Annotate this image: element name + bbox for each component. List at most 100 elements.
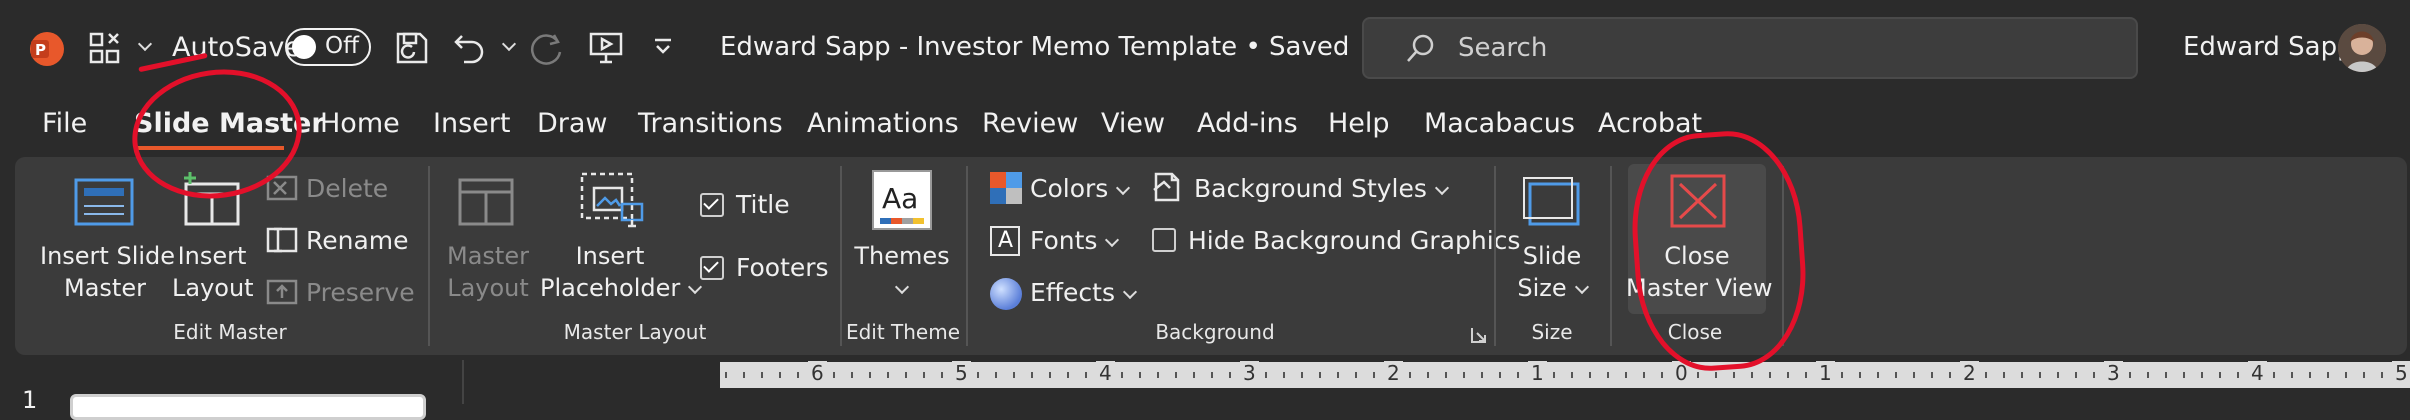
title-checkbox[interactable]	[700, 193, 724, 217]
close-master-view-icon	[1668, 172, 1728, 230]
autosave-toggle[interactable]: Off	[285, 28, 371, 66]
effects-icon	[990, 278, 1022, 310]
tab-view[interactable]: View	[1101, 108, 1165, 139]
undo-icon[interactable]	[452, 30, 488, 66]
themes-chevron	[852, 272, 952, 304]
close-group-label: Close	[1667, 320, 1723, 344]
qat-customize-icon[interactable]	[88, 30, 124, 66]
colors-icon	[990, 172, 1022, 204]
document-title[interactable]: Edward Sapp - Investor Memo Template • S…	[720, 32, 1386, 62]
fonts-icon-text: A	[998, 228, 1014, 253]
background-dialog-launcher-icon[interactable]	[1470, 326, 1488, 344]
ruler-label: 5	[2392, 361, 2410, 385]
search-box[interactable]: Search	[1362, 17, 2138, 79]
insert-placeholder-label-2-text: Placeholder	[540, 274, 681, 302]
rename-icon	[266, 226, 298, 254]
avatar[interactable]	[2338, 24, 2386, 72]
fonts-label: Fonts	[1030, 226, 1098, 255]
themes-chevron-icon	[894, 279, 910, 295]
themes-icon-text: Aa	[882, 182, 919, 215]
undo-dropdown-chevron-icon[interactable]	[494, 36, 517, 57]
rename-button[interactable]: Rename	[306, 226, 409, 255]
slide-size-label-2-text: Size	[1517, 274, 1567, 302]
insert-layout-label-2: Layout	[172, 274, 254, 302]
insert-placeholder-icon	[578, 170, 644, 234]
close-master-view-label-1: Close	[1664, 242, 1730, 270]
hide-background-graphics-label: Hide Background Graphics	[1188, 226, 1521, 255]
tab-transitions[interactable]: Transitions	[638, 108, 783, 139]
group-separator	[1610, 166, 1612, 346]
slide-thumbnail[interactable]	[70, 394, 426, 420]
themes-icon: Aa	[872, 170, 932, 230]
active-tab-underline	[134, 146, 284, 150]
powerpoint-logo-icon: P	[28, 30, 66, 68]
search-placeholder: Search	[1458, 33, 1548, 63]
background-styles-button[interactable]: Background Styles	[1194, 174, 1449, 203]
background-styles-label: Background Styles	[1194, 174, 1427, 203]
ruler-label: 4	[2248, 361, 2267, 385]
insert-placeholder-button[interactable]: Insert Placeholder	[540, 240, 703, 304]
master-layout-button: Master Layout	[440, 240, 536, 304]
toggle-knob	[292, 35, 316, 59]
tab-acrobat[interactable]: Acrobat	[1598, 108, 1702, 139]
fonts-button[interactable]: Fonts	[1030, 226, 1120, 255]
ruler-label: 0	[1672, 361, 1691, 385]
preserve-icon	[266, 278, 298, 306]
footers-checkbox[interactable]	[700, 256, 724, 280]
themes-button[interactable]: Themes	[852, 240, 952, 304]
tab-slide-master[interactable]: Slide Master	[134, 108, 325, 139]
tab-insert[interactable]: Insert	[433, 108, 510, 139]
effects-label: Effects	[1030, 278, 1115, 307]
slide-size-chevron-icon	[1574, 279, 1589, 295]
themes-label: Themes	[854, 242, 950, 270]
insert-slide-master-icon	[72, 174, 136, 230]
ruler-label: 3	[2104, 361, 2123, 385]
edit-master-group-label: Edit Master	[173, 320, 287, 344]
slide-size-button[interactable]: Slide Size	[1504, 240, 1600, 304]
hide-background-graphics-checkbox[interactable]	[1152, 228, 1176, 252]
edit-theme-group-label: Edit Theme	[845, 320, 961, 344]
ruler-ticks	[725, 372, 2401, 378]
insert-slide-master-label-2: Master	[64, 274, 146, 302]
colors-button[interactable]: Colors	[1030, 174, 1131, 203]
thumbnail-pane-divider	[462, 360, 464, 404]
tab-animations[interactable]: Animations	[807, 108, 959, 139]
autosave-state: Off	[325, 33, 359, 59]
save-icon[interactable]	[394, 30, 430, 66]
background-group-label: Background	[1155, 320, 1275, 344]
insert-slide-master-label-1: Insert Slide	[40, 242, 176, 270]
tab-add-ins[interactable]: Add-ins	[1197, 108, 1298, 139]
tab-macabacus[interactable]: Macabacus	[1424, 108, 1575, 139]
group-separator	[1494, 166, 1496, 346]
insert-layout-button[interactable]: Insert Layout	[172, 240, 254, 304]
background-styles-chevron-icon	[1434, 180, 1449, 196]
ruler-label: 4	[1096, 361, 1115, 385]
tab-review[interactable]: Review	[982, 108, 1078, 139]
group-separator	[1782, 166, 1784, 346]
master-layout-label-1: Master	[447, 242, 529, 270]
svg-text:P: P	[35, 41, 46, 59]
ruler-label: 6	[808, 361, 827, 385]
fonts-chevron-icon	[1105, 232, 1120, 248]
ruler-label: 5	[952, 361, 971, 385]
size-group-label: Size	[1531, 320, 1573, 344]
effects-button[interactable]: Effects	[1030, 278, 1138, 307]
group-separator	[966, 166, 968, 346]
tab-file[interactable]: File	[42, 108, 87, 139]
close-master-view-button[interactable]: Close Master View	[1626, 240, 1773, 304]
tab-draw[interactable]: Draw	[537, 108, 608, 139]
slide-size-icon	[1522, 174, 1582, 230]
ruler-label: 2	[1960, 361, 1979, 385]
ruler-label: 1	[1816, 361, 1835, 385]
redo-icon	[528, 30, 564, 66]
present-from-beginning-icon[interactable]	[588, 30, 624, 66]
group-separator	[428, 166, 430, 346]
qat-dropdown-chevron-icon[interactable]	[130, 36, 153, 57]
insert-slide-master-button[interactable]: Insert Slide Master	[40, 240, 176, 304]
master-layout-icon	[456, 176, 516, 228]
insert-placeholder-label-2: Placeholder	[540, 272, 703, 304]
user-name[interactable]: Edward Sapp	[2183, 32, 2354, 62]
qat-more-icon[interactable]	[652, 36, 674, 58]
tab-home[interactable]: Home	[320, 108, 400, 139]
tab-help[interactable]: Help	[1328, 108, 1390, 139]
